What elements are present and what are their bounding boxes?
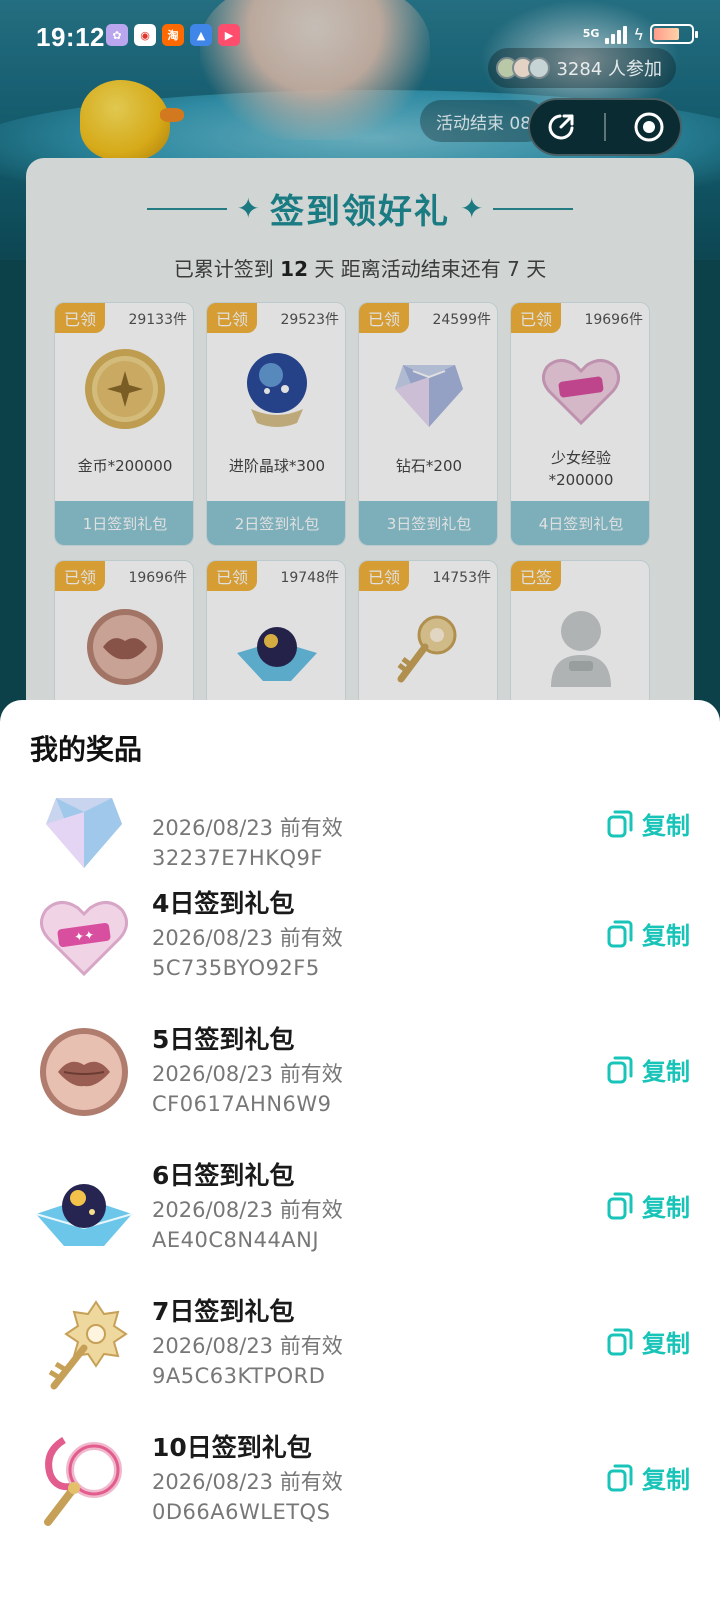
copy-button[interactable]: 复制 bbox=[606, 913, 690, 953]
copy-button[interactable]: 复制 bbox=[606, 803, 690, 843]
copy-icon bbox=[607, 920, 633, 948]
system-icons: 5G ϟ bbox=[582, 24, 698, 44]
diamond-icon bbox=[46, 798, 122, 868]
my-prizes-sheet: 我的奖品 2026/08/23 前有效 32237E7HKQ9F 复制 ✦✦ 4… bbox=[0, 700, 720, 1600]
prize-name: 4日签到礼包 bbox=[152, 889, 295, 918]
target-close-icon bbox=[634, 112, 664, 142]
copy-icon bbox=[607, 1056, 633, 1084]
prize-name: 7日签到礼包 bbox=[152, 1297, 295, 1326]
prize-validity: 2026/08/23 前有效 bbox=[152, 1334, 343, 1358]
copy-button[interactable]: 复制 bbox=[606, 1049, 690, 1089]
prize-item: 7日签到礼包 2026/08/23 前有效 9A5C63KTPORD 复制 bbox=[0, 1276, 720, 1412]
prize-code: 32237E7HKQ9F bbox=[152, 846, 323, 870]
prize-name: 6日签到礼包 bbox=[152, 1161, 295, 1190]
charging-icon: ϟ bbox=[633, 24, 644, 44]
close-miniprogram-button[interactable] bbox=[629, 107, 669, 147]
signal-icon bbox=[605, 24, 628, 44]
capsule-divider bbox=[603, 113, 606, 141]
prize-code: 9A5C63KTPORD bbox=[152, 1364, 326, 1388]
golden-orb-icon bbox=[35, 1184, 133, 1246]
magic-wand-icon bbox=[44, 1436, 122, 1526]
copy-label: 复制 bbox=[642, 1465, 690, 1494]
game-icon: ▲ bbox=[190, 24, 212, 46]
share-icon bbox=[548, 114, 574, 140]
notification-icons: ✿ ◉ 淘 ▲ ▶ bbox=[106, 24, 240, 46]
prize-code: CF0617AHN6W9 bbox=[152, 1092, 332, 1116]
battery-icon bbox=[650, 24, 698, 44]
copy-label: 复制 bbox=[642, 921, 690, 950]
taobao-icon: 淘 bbox=[162, 24, 184, 46]
prize-validity: 2026/08/23 前有效 bbox=[152, 1470, 343, 1494]
prize-name: 5日签到礼包 bbox=[152, 1025, 295, 1054]
weibo-icon: ◉ bbox=[134, 24, 156, 46]
copy-icon bbox=[607, 810, 633, 838]
svg-text:✦✦: ✦✦ bbox=[73, 928, 95, 945]
prize-item: ✦✦ 4日签到礼包 2026/08/23 前有效 5C735BYO92F5 复制 bbox=[0, 868, 720, 1004]
copy-icon bbox=[607, 1464, 633, 1492]
copy-icon bbox=[607, 1192, 633, 1220]
prize-code: AE40C8N44ANJ bbox=[152, 1228, 320, 1252]
network-type: 5G bbox=[582, 27, 600, 40]
prize-code: 0D66A6WLETQS bbox=[152, 1500, 331, 1524]
copy-label: 复制 bbox=[642, 1193, 690, 1222]
prize-code: 5C735BYO92F5 bbox=[152, 956, 320, 980]
copy-button[interactable]: 复制 bbox=[606, 1457, 690, 1497]
status-bar: 19:12 ✿ ◉ 淘 ▲ ▶ 5G ϟ bbox=[0, 0, 720, 76]
heart-badge-icon: ✦✦ bbox=[40, 901, 128, 977]
copy-label: 复制 bbox=[642, 811, 690, 840]
video-icon: ▶ bbox=[218, 24, 240, 46]
share-button[interactable] bbox=[541, 107, 581, 147]
prize-validity: 2026/08/23 前有效 bbox=[152, 816, 343, 840]
golden-key-icon bbox=[48, 1300, 128, 1390]
copy-button[interactable]: 复制 bbox=[606, 1185, 690, 1225]
prize-item: 6日签到礼包 2026/08/23 前有效 AE40C8N44ANJ 复制 bbox=[0, 1140, 720, 1276]
copy-icon bbox=[607, 1328, 633, 1356]
prize-name: 10日签到礼包 bbox=[152, 1433, 312, 1462]
prize-item: 5日签到礼包 2026/08/23 前有效 CF0617AHN6W9 复制 bbox=[0, 1004, 720, 1140]
sheet-title: 我的奖品 bbox=[30, 733, 143, 766]
prize-validity: 2026/08/23 前有效 bbox=[152, 926, 343, 950]
prize-validity: 2026/08/23 前有效 bbox=[152, 1062, 343, 1086]
copy-label: 复制 bbox=[642, 1057, 690, 1086]
prize-validity: 2026/08/23 前有效 bbox=[152, 1198, 343, 1222]
miniprogram-capsule bbox=[528, 98, 682, 156]
app-a-icon: ✿ bbox=[106, 24, 128, 46]
clock: 19:12 bbox=[36, 22, 105, 52]
copy-label: 复制 bbox=[642, 1329, 690, 1358]
lips-coin-icon bbox=[40, 1028, 128, 1116]
prize-item: 10日签到礼包 2026/08/23 前有效 0D66A6WLETQS 复制 bbox=[0, 1412, 720, 1548]
copy-button[interactable]: 复制 bbox=[606, 1321, 690, 1361]
prize-list[interactable]: 2026/08/23 前有效 32237E7HKQ9F 复制 ✦✦ 4日签到礼包… bbox=[0, 790, 720, 1600]
